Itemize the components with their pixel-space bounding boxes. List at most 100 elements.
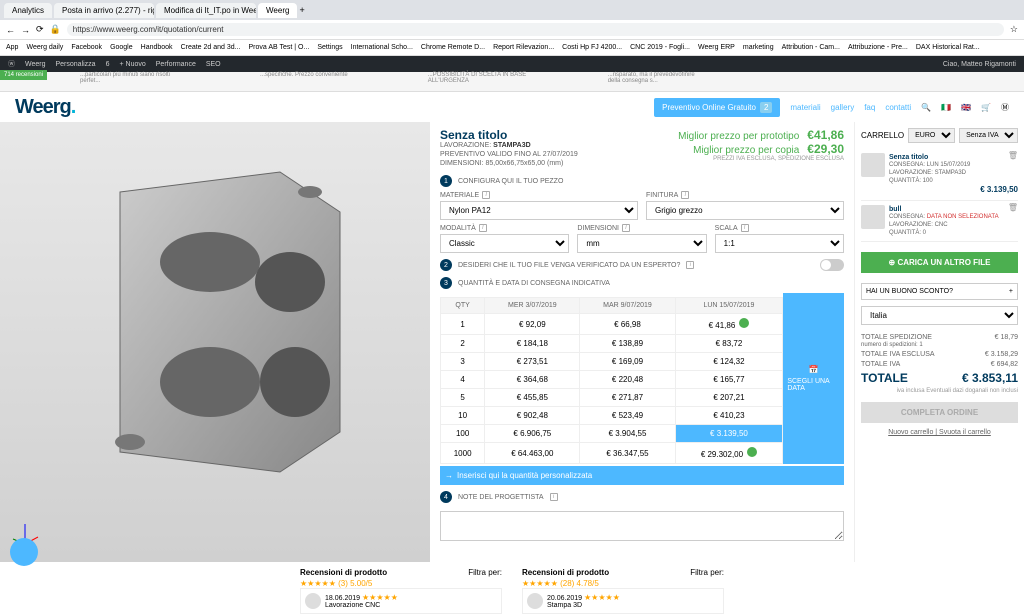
discount-toggle[interactable]: HAI UN BUONO SCONTO?+ <box>861 283 1018 300</box>
bookmark[interactable]: Weerg daily <box>26 44 63 51</box>
custom-qty-input[interactable]: →Inserisci qui la quantità personalizzat… <box>440 466 844 485</box>
table-row[interactable]: 5€ 455,85€ 271,87€ 207,21 <box>441 389 783 407</box>
tab-active[interactable]: Weerg <box>258 3 297 18</box>
bookmark[interactable]: DAX Historical Rat... <box>916 44 980 51</box>
choose-date-button[interactable]: 📅 SCEGLI UNA DATA <box>783 293 844 464</box>
table-row[interactable]: 3€ 273,51€ 169,09€ 124,32 <box>441 353 783 371</box>
currency-select[interactable]: EURO <box>908 128 955 143</box>
bookmark[interactable]: Attribution - Cam... <box>782 44 840 51</box>
complete-order-button[interactable]: COMPLETA ORDINE <box>861 402 1018 423</box>
chat-bubble-icon[interactable] <box>10 538 38 566</box>
step4-title: NOTE DEL PROGETTISTA <box>458 494 544 501</box>
nav-link[interactable]: faq <box>864 103 875 112</box>
table-row[interactable]: 1000€ 64.463,00€ 36.347,55€ 29.302,00 <box>441 443 783 464</box>
table-row[interactable]: 10€ 902,48€ 523,49€ 410,23 <box>441 407 783 425</box>
wp-item[interactable]: + Nuovo <box>119 61 145 68</box>
bookmark[interactable]: Costi Hp FJ 4200... <box>562 44 622 51</box>
back-icon[interactable]: ← <box>6 25 15 35</box>
star-icon[interactable]: ☆ <box>1010 24 1018 35</box>
part-render <box>80 152 360 492</box>
wp-logo-icon[interactable]: ⓦ <box>8 59 15 69</box>
bookmark[interactable]: International Scho... <box>351 44 413 51</box>
cart-panel: CARRELLO EURO Senza IVA Senza titolo CON… <box>854 122 1024 562</box>
lavorazione-label: LAVORAZIONE: STAMPA3D <box>440 142 578 149</box>
bookmark[interactable]: CNC 2019 - Fogli... <box>630 44 690 51</box>
lang-it-icon[interactable]: 🇮🇹 <box>941 103 951 112</box>
info-icon[interactable]: i <box>550 493 558 501</box>
mode-select[interactable]: Classic <box>440 234 569 253</box>
bookmark[interactable]: Chrome Remote D... <box>421 44 485 51</box>
reviews-side-tab[interactable]: 714 recensioni <box>0 70 47 80</box>
config-panel: Senza titolo LAVORAZIONE: STAMPA3D PREVE… <box>430 122 854 562</box>
tab[interactable]: Posta in arrivo (2.277) - rigom <box>54 3 154 18</box>
cart-links[interactable]: Nuovo carrello | Svuota il carrello <box>861 429 1018 436</box>
table-row[interactable]: 100€ 6.906,75€ 3.904,55€ 3.139,50 <box>441 425 783 443</box>
bookmark[interactable]: Google <box>110 44 133 51</box>
review-item[interactable]: 20.06.2019 ★★★★★Stampa 3D <box>522 588 724 614</box>
wp-item[interactable]: 6 <box>106 61 110 68</box>
url-input[interactable]: https://www.weerg.com/it/quotation/curre… <box>67 23 1004 36</box>
3d-viewer[interactable] <box>0 122 430 562</box>
nav-link[interactable]: materiali <box>790 103 820 112</box>
vat-select[interactable]: Senza IVA <box>959 128 1018 143</box>
bookmark[interactable]: Weerg ERP <box>698 44 735 51</box>
bookmark[interactable]: Attribuzione - Pre... <box>848 44 908 51</box>
site-header: Weerg. Preventivo Online Gratuito2 mater… <box>0 92 1024 122</box>
user-avatar-icon[interactable]: Ⓜ <box>1001 102 1009 113</box>
scale-select[interactable]: 1:1 <box>715 234 844 253</box>
bookmark[interactable]: Report Rilevazion... <box>493 44 554 51</box>
logo[interactable]: Weerg. <box>15 96 75 119</box>
avatar <box>305 593 321 609</box>
nav-link[interactable]: contatti <box>885 103 911 112</box>
search-icon[interactable]: 🔍 <box>921 103 931 112</box>
wp-item[interactable]: Personalizza <box>56 61 96 68</box>
nav-link[interactable]: gallery <box>831 103 855 112</box>
new-tab-icon[interactable]: + <box>299 5 304 15</box>
info-icon[interactable]: i <box>479 224 487 232</box>
bookmark[interactable]: Facebook <box>71 44 102 51</box>
bookmark[interactable]: Handbook <box>141 44 173 51</box>
bookmarks-bar: App Weerg daily Facebook Google Handbook… <box>0 40 1024 56</box>
wp-user[interactable]: Ciao, Matteo Rigamonti <box>943 61 1016 68</box>
review-item[interactable]: 18.06.2019 ★★★★★Lavorazione CNC <box>300 588 502 614</box>
cart-icon[interactable]: 🛒 <box>981 103 991 112</box>
grand-total: TOTALE€ 3.853,11 <box>861 371 1018 385</box>
bookmark[interactable]: App <box>6 44 18 51</box>
rating-stars: ★★★★★ (28) 4.78/5 <box>522 579 724 588</box>
table-row[interactable]: 2€ 184,18€ 138,89€ 83,72 <box>441 335 783 353</box>
wp-item[interactable]: SEO <box>206 61 221 68</box>
unit-select[interactable]: mm <box>577 234 706 253</box>
tab[interactable]: Analytics <box>4 3 52 18</box>
info-icon[interactable]: i <box>686 261 694 269</box>
finish-select[interactable]: Grigio grezzo <box>646 201 844 220</box>
country-select[interactable]: Italia <box>861 306 1018 325</box>
wp-item[interactable]: Performance <box>156 61 196 68</box>
reload-icon[interactable]: ⟳ <box>36 24 44 35</box>
dimensions: DIMENSIONI: 85,00x66,75x65,00 (mm) <box>440 160 578 167</box>
quote-button[interactable]: Preventivo Online Gratuito2 <box>654 98 780 117</box>
info-icon[interactable]: i <box>681 191 689 199</box>
bookmark[interactable]: marketing <box>743 44 774 51</box>
table-row[interactable]: 4€ 364,68€ 220,48€ 165,77 <box>441 371 783 389</box>
expert-toggle[interactable] <box>820 259 844 271</box>
wp-item[interactable]: Weerg <box>25 61 46 68</box>
trash-icon[interactable]: 🗑 <box>1008 203 1018 212</box>
notes-textarea[interactable] <box>440 511 844 541</box>
rating-stars: ★★★★★ (3) 5.00/5 <box>300 579 502 588</box>
material-select[interactable]: Nylon PA12 <box>440 201 638 220</box>
cart-item[interactable]: Senza titolo CONSEGNA: LUN 15/07/2019 LA… <box>861 149 1018 201</box>
info-icon[interactable]: i <box>482 191 490 199</box>
forward-icon[interactable]: → <box>21 25 30 35</box>
upload-button[interactable]: ⊕ CARICA UN ALTRO FILE <box>861 252 1018 273</box>
total-note: iva inclusa Eventuali dazi doganali non … <box>861 388 1018 394</box>
bookmark[interactable]: Create 2d and 3d... <box>181 44 241 51</box>
trash-icon[interactable]: 🗑 <box>1008 151 1018 160</box>
bookmark[interactable]: Prova AB Test | O... <box>249 44 310 51</box>
cart-item[interactable]: bull CONSEGNA: DATA NON SELEZIONATA LAVO… <box>861 201 1018 242</box>
info-icon[interactable]: i <box>741 224 749 232</box>
table-row[interactable]: 1€ 92,09€ 66,98€ 41,86 <box>441 314 783 335</box>
tab[interactable]: Modifica di It_IT.po in Weerg <box>156 3 256 18</box>
info-icon[interactable]: i <box>622 224 630 232</box>
lang-en-icon[interactable]: 🇬🇧 <box>961 103 971 112</box>
bookmark[interactable]: Settings <box>317 44 342 51</box>
